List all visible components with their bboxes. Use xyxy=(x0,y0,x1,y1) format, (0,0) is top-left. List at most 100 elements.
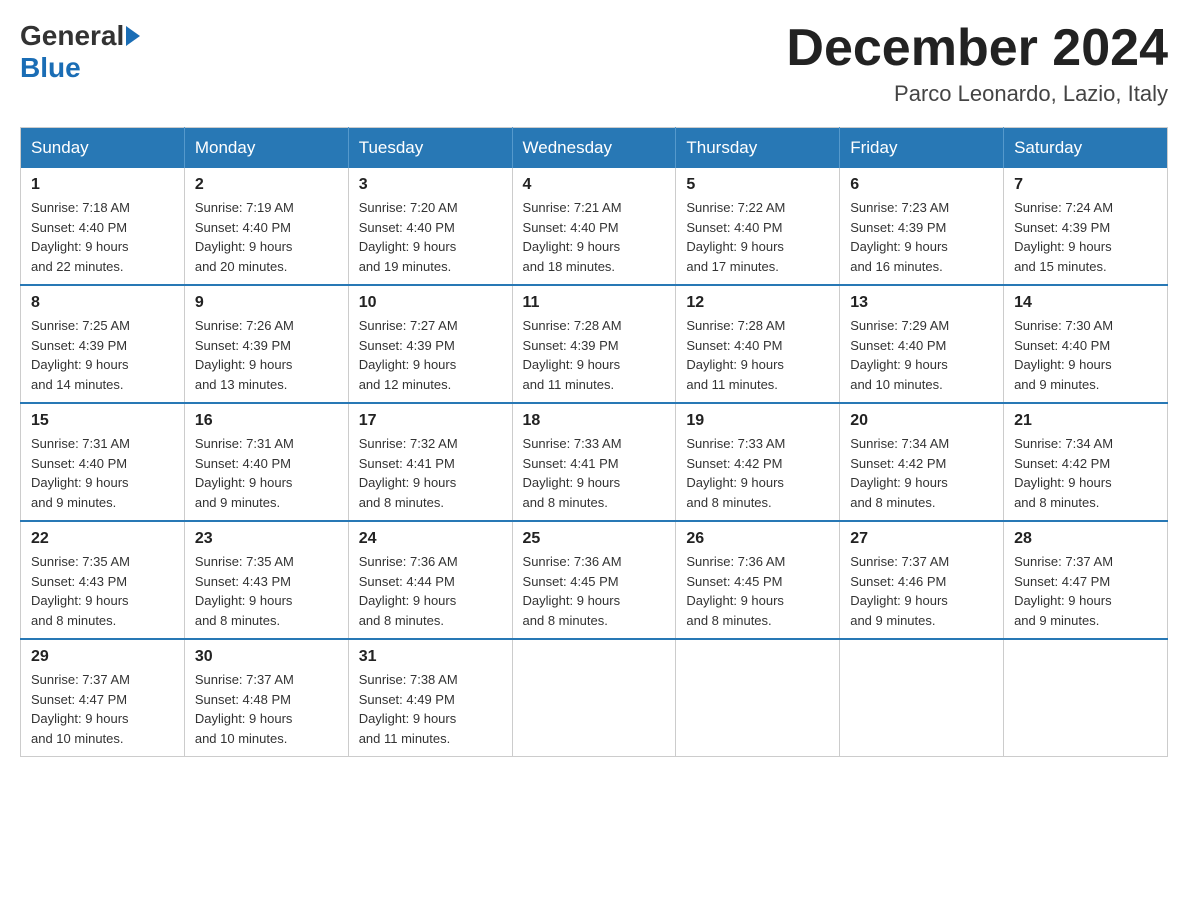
day-info: Sunrise: 7:18 AMSunset: 4:40 PMDaylight:… xyxy=(31,198,174,276)
day-info: Sunrise: 7:36 AMSunset: 4:45 PMDaylight:… xyxy=(523,552,666,630)
calendar-week-row: 1 Sunrise: 7:18 AMSunset: 4:40 PMDaylight… xyxy=(21,168,1168,285)
day-info: Sunrise: 7:21 AMSunset: 4:40 PMDaylight:… xyxy=(523,198,666,276)
calendar-cell: 11 Sunrise: 7:28 AMSunset: 4:39 PMDayligh… xyxy=(512,285,676,403)
calendar-cell: 24Sunrise: 7:36 AMSunset: 4:44 PMDayligh… xyxy=(348,521,512,639)
day-info: Sunrise: 7:25 AMSunset: 4:39 PMDaylight:… xyxy=(31,316,174,394)
day-number: 4 xyxy=(523,176,666,194)
calendar-cell: 6 Sunrise: 7:23 AMSunset: 4:39 PMDaylight… xyxy=(840,168,1004,285)
day-number: 25 xyxy=(523,530,666,548)
calendar-cell: 1 Sunrise: 7:18 AMSunset: 4:40 PMDaylight… xyxy=(21,168,185,285)
day-info: Sunrise: 7:34 AMSunset: 4:42 PMDaylight:… xyxy=(1014,434,1157,512)
calendar-cell: 15 Sunrise: 7:31 AMSunset: 4:40 PMDayligh… xyxy=(21,403,185,521)
day-info: Sunrise: 7:31 AMSunset: 4:40 PMDaylight:… xyxy=(31,434,174,512)
calendar-cell: 5 Sunrise: 7:22 AMSunset: 4:40 PMDaylight… xyxy=(676,168,840,285)
calendar-week-row: 29 Sunrise: 7:37 AMSunset: 4:47 PMDayligh… xyxy=(21,639,1168,757)
logo-arrow-icon xyxy=(126,26,140,46)
calendar-cell xyxy=(840,639,1004,757)
day-number: 22 xyxy=(31,530,174,548)
logo-general-text: General xyxy=(20,20,124,52)
calendar-cell: 31 Sunrise: 7:38 AMSunset: 4:49 PMDayligh… xyxy=(348,639,512,757)
day-info: Sunrise: 7:30 AMSunset: 4:40 PMDaylight:… xyxy=(1014,316,1157,394)
day-info: Sunrise: 7:29 AMSunset: 4:40 PMDaylight:… xyxy=(850,316,993,394)
day-number: 14 xyxy=(1014,294,1157,312)
calendar-cell: 14 Sunrise: 7:30 AMSunset: 4:40 PMDayligh… xyxy=(1004,285,1168,403)
day-number: 17 xyxy=(359,412,502,430)
calendar-cell: 20 Sunrise: 7:34 AMSunset: 4:42 PMDayligh… xyxy=(840,403,1004,521)
day-number: 28 xyxy=(1014,530,1157,548)
calendar-cell: 22 Sunrise: 7:35 AMSunset: 4:43 PMDayligh… xyxy=(21,521,185,639)
day-info: Sunrise: 7:34 AMSunset: 4:42 PMDaylight:… xyxy=(850,434,993,512)
calendar-week-row: 8 Sunrise: 7:25 AMSunset: 4:39 PMDaylight… xyxy=(21,285,1168,403)
calendar-cell: 17 Sunrise: 7:32 AMSunset: 4:41 PMDayligh… xyxy=(348,403,512,521)
day-info: Sunrise: 7:22 AMSunset: 4:40 PMDaylight:… xyxy=(686,198,829,276)
day-number: 7 xyxy=(1014,176,1157,194)
day-number: 19 xyxy=(686,412,829,430)
day-number: 11 xyxy=(523,294,666,312)
calendar-cell: 28Sunrise: 7:37 AMSunset: 4:47 PMDayligh… xyxy=(1004,521,1168,639)
calendar-header: SundayMondayTuesdayWednesdayThursdayFrid… xyxy=(21,128,1168,169)
day-of-week-header: Friday xyxy=(840,128,1004,169)
day-number: 5 xyxy=(686,176,829,194)
day-info: Sunrise: 7:38 AMSunset: 4:49 PMDaylight:… xyxy=(359,670,502,748)
day-number: 24 xyxy=(359,530,502,548)
day-number: 29 xyxy=(31,648,174,666)
day-of-week-header: Thursday xyxy=(676,128,840,169)
calendar-cell: 26 Sunrise: 7:36 AMSunset: 4:45 PMDayligh… xyxy=(676,521,840,639)
calendar-cell: 29 Sunrise: 7:37 AMSunset: 4:47 PMDayligh… xyxy=(21,639,185,757)
day-number: 6 xyxy=(850,176,993,194)
day-number: 2 xyxy=(195,176,338,194)
day-number: 18 xyxy=(523,412,666,430)
day-info: Sunrise: 7:37 AMSunset: 4:48 PMDaylight:… xyxy=(195,670,338,748)
day-number: 13 xyxy=(850,294,993,312)
day-info: Sunrise: 7:28 AMSunset: 4:40 PMDaylight:… xyxy=(686,316,829,394)
calendar-cell: 2 Sunrise: 7:19 AMSunset: 4:40 PMDaylight… xyxy=(184,168,348,285)
day-number: 21 xyxy=(1014,412,1157,430)
calendar-cell: 21 Sunrise: 7:34 AMSunset: 4:42 PMDayligh… xyxy=(1004,403,1168,521)
calendar-cell: 18 Sunrise: 7:33 AMSunset: 4:41 PMDayligh… xyxy=(512,403,676,521)
days-of-week-row: SundayMondayTuesdayWednesdayThursdayFrid… xyxy=(21,128,1168,169)
day-info: Sunrise: 7:28 AMSunset: 4:39 PMDaylight:… xyxy=(523,316,666,394)
day-number: 10 xyxy=(359,294,502,312)
page-header: General Blue December 2024 Parco Leonard… xyxy=(20,20,1168,107)
day-number: 23 xyxy=(195,530,338,548)
day-info: Sunrise: 7:37 AMSunset: 4:46 PMDaylight:… xyxy=(850,552,993,630)
day-number: 3 xyxy=(359,176,502,194)
location-title: Parco Leonardo, Lazio, Italy xyxy=(786,81,1168,107)
day-number: 26 xyxy=(686,530,829,548)
calendar-cell: 30Sunrise: 7:37 AMSunset: 4:48 PMDayligh… xyxy=(184,639,348,757)
calendar-cell xyxy=(676,639,840,757)
day-number: 8 xyxy=(31,294,174,312)
calendar-cell: 8 Sunrise: 7:25 AMSunset: 4:39 PMDaylight… xyxy=(21,285,185,403)
day-info: Sunrise: 7:36 AMSunset: 4:45 PMDaylight:… xyxy=(686,552,829,630)
day-info: Sunrise: 7:35 AMSunset: 4:43 PMDaylight:… xyxy=(31,552,174,630)
title-section: December 2024 Parco Leonardo, Lazio, Ita… xyxy=(786,20,1168,107)
day-number: 20 xyxy=(850,412,993,430)
logo: General Blue xyxy=(20,20,142,84)
day-info: Sunrise: 7:32 AMSunset: 4:41 PMDaylight:… xyxy=(359,434,502,512)
day-number: 31 xyxy=(359,648,502,666)
day-of-week-header: Saturday xyxy=(1004,128,1168,169)
day-info: Sunrise: 7:33 AMSunset: 4:41 PMDaylight:… xyxy=(523,434,666,512)
calendar-cell: 3Sunrise: 7:20 AMSunset: 4:40 PMDaylight… xyxy=(348,168,512,285)
day-of-week-header: Tuesday xyxy=(348,128,512,169)
day-info: Sunrise: 7:37 AMSunset: 4:47 PMDaylight:… xyxy=(31,670,174,748)
day-info: Sunrise: 7:26 AMSunset: 4:39 PMDaylight:… xyxy=(195,316,338,394)
calendar-body: 1 Sunrise: 7:18 AMSunset: 4:40 PMDaylight… xyxy=(21,168,1168,757)
calendar-cell: 10 Sunrise: 7:27 AMSunset: 4:39 PMDayligh… xyxy=(348,285,512,403)
day-info: Sunrise: 7:23 AMSunset: 4:39 PMDaylight:… xyxy=(850,198,993,276)
calendar-table: SundayMondayTuesdayWednesdayThursdayFrid… xyxy=(20,127,1168,757)
day-of-week-header: Sunday xyxy=(21,128,185,169)
day-number: 27 xyxy=(850,530,993,548)
calendar-cell xyxy=(512,639,676,757)
logo-blue-text: Blue xyxy=(20,52,81,83)
day-info: Sunrise: 7:27 AMSunset: 4:39 PMDaylight:… xyxy=(359,316,502,394)
day-number: 9 xyxy=(195,294,338,312)
calendar-cell: 4 Sunrise: 7:21 AMSunset: 4:40 PMDaylight… xyxy=(512,168,676,285)
day-number: 16 xyxy=(195,412,338,430)
calendar-cell xyxy=(1004,639,1168,757)
calendar-week-row: 22 Sunrise: 7:35 AMSunset: 4:43 PMDayligh… xyxy=(21,521,1168,639)
day-number: 1 xyxy=(31,176,174,194)
day-info: Sunrise: 7:19 AMSunset: 4:40 PMDaylight:… xyxy=(195,198,338,276)
day-of-week-header: Wednesday xyxy=(512,128,676,169)
day-number: 15 xyxy=(31,412,174,430)
